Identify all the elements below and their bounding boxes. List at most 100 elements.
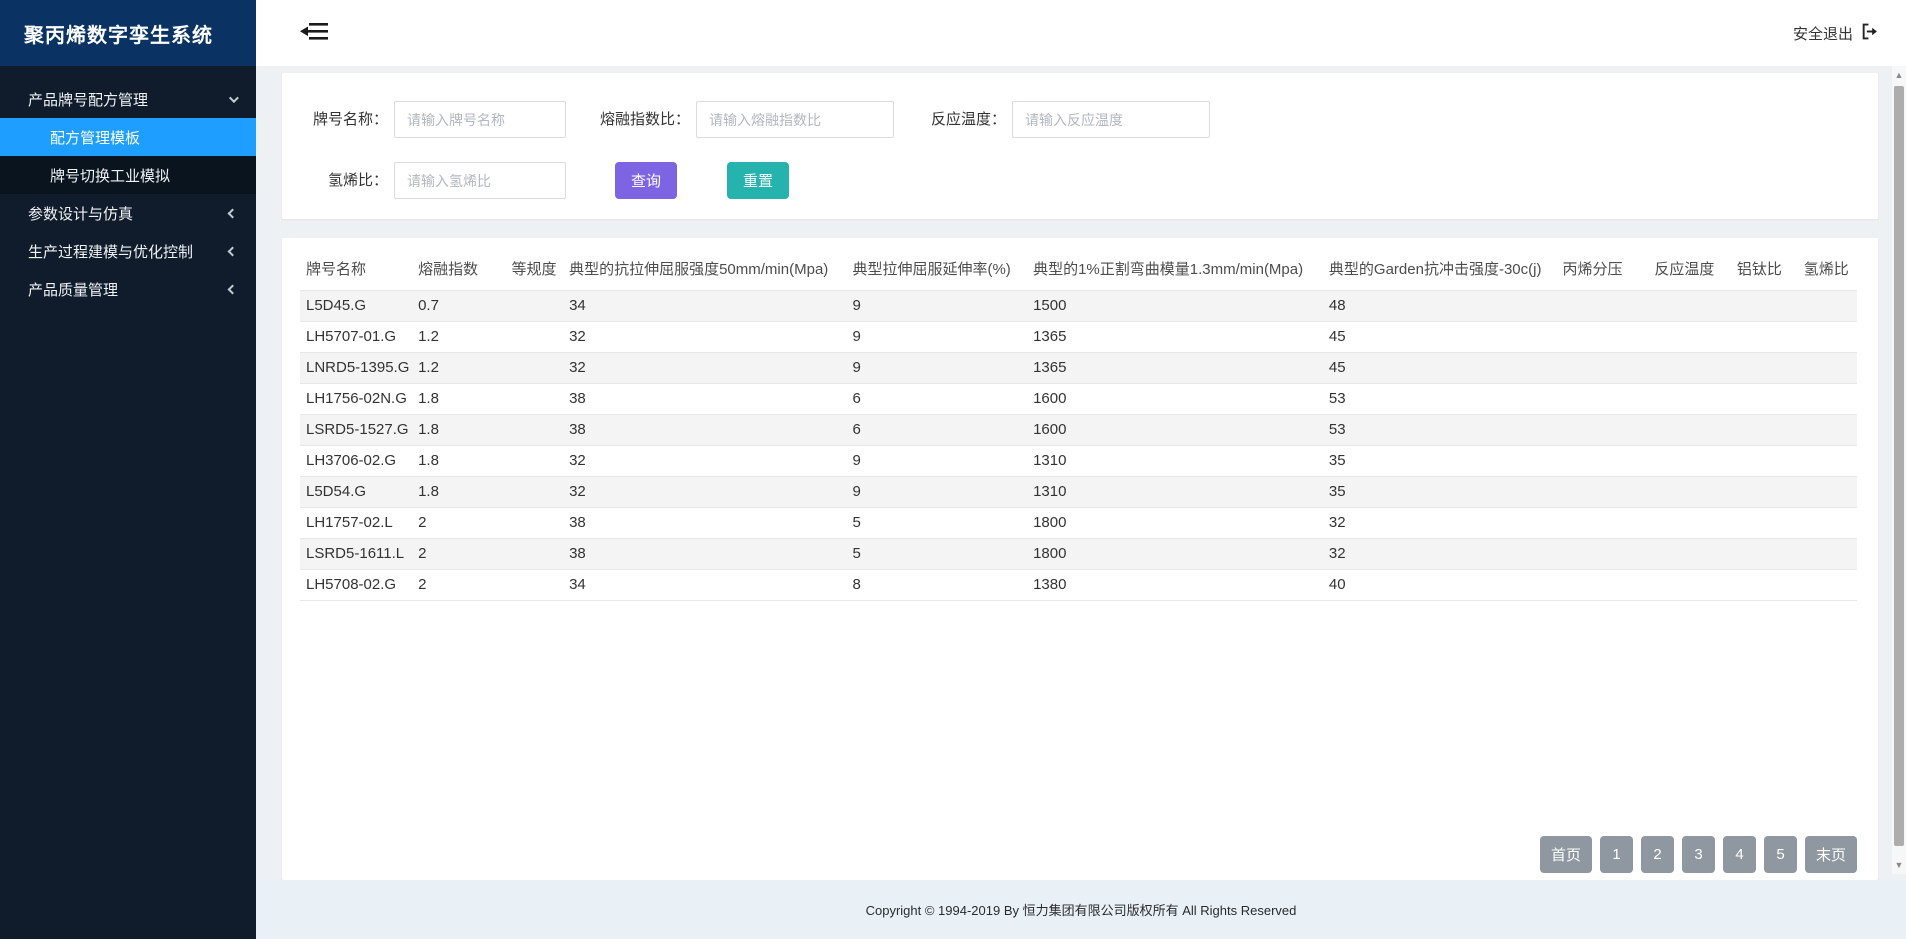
table-cell bbox=[1556, 352, 1648, 383]
table-cell: 9 bbox=[846, 445, 1027, 476]
table-cell: LSRD5-1611.L bbox=[300, 538, 412, 569]
table-cell: 1365 bbox=[1027, 321, 1323, 352]
table-cell bbox=[1648, 476, 1731, 507]
table-cell: 1380 bbox=[1027, 569, 1323, 600]
scrollbar-thumb[interactable] bbox=[1894, 86, 1904, 846]
page-button-末页[interactable]: 末页 bbox=[1805, 836, 1857, 873]
table-cell bbox=[506, 290, 564, 321]
table-cell bbox=[1731, 383, 1798, 414]
sidebar-item-0[interactable]: 产品牌号配方管理 bbox=[0, 80, 256, 118]
page-button-4[interactable]: 4 bbox=[1723, 836, 1756, 873]
chevron-left-icon bbox=[228, 208, 238, 218]
table-cell: 53 bbox=[1323, 383, 1557, 414]
table-cell bbox=[506, 445, 564, 476]
logout-button[interactable]: 安全退出 bbox=[1793, 0, 1878, 66]
table-cell bbox=[1731, 290, 1798, 321]
sidebar: 聚丙烯数字孪生系统 产品牌号配方管理配方管理模板牌号切换工业模拟参数设计与仿真生… bbox=[0, 0, 256, 939]
table-cell bbox=[1798, 321, 1857, 352]
reaction-temp-label: 反应温度： bbox=[898, 101, 1006, 138]
hydrogen-ratio-input[interactable] bbox=[394, 162, 566, 199]
table-cell bbox=[1731, 321, 1798, 352]
table-cell: 1.8 bbox=[412, 445, 505, 476]
scroll-up-icon[interactable]: ▲ bbox=[1892, 68, 1906, 82]
table-cell: 9 bbox=[846, 476, 1027, 507]
table-cell: 32 bbox=[1323, 538, 1557, 569]
data-table: 牌号名称熔融指数等规度典型的抗拉伸屈服强度50mm/min(Mpa)典型拉伸屈服… bbox=[300, 248, 1857, 601]
table-cell bbox=[506, 569, 564, 600]
table-cell bbox=[506, 352, 564, 383]
reset-button[interactable]: 重置 bbox=[727, 162, 789, 199]
table-cell: 40 bbox=[1323, 569, 1557, 600]
table-cell: 35 bbox=[1323, 476, 1557, 507]
table-cell bbox=[1731, 538, 1798, 569]
brand-name-input[interactable] bbox=[394, 101, 566, 138]
melt-index-ratio-input[interactable] bbox=[696, 101, 894, 138]
table-cell bbox=[1731, 445, 1798, 476]
pagination: 首页12345末页 bbox=[1540, 836, 1857, 873]
table-cell bbox=[1731, 476, 1798, 507]
page-button-2[interactable]: 2 bbox=[1641, 836, 1674, 873]
sidebar-item-3[interactable]: 参数设计与仿真 bbox=[0, 194, 256, 232]
sidebar-item-2[interactable]: 牌号切换工业模拟 bbox=[0, 156, 256, 194]
scroll-down-icon[interactable]: ▼ bbox=[1892, 858, 1906, 872]
table-cell: 1.8 bbox=[412, 476, 505, 507]
sidebar-collapse-icon[interactable] bbox=[298, 17, 332, 47]
table-cell: 38 bbox=[563, 507, 846, 538]
table-cell: LNRD5-1395.G bbox=[300, 352, 412, 383]
column-header-0: 牌号名称 bbox=[300, 248, 412, 290]
table-cell bbox=[1648, 445, 1731, 476]
column-header-1: 熔融指数 bbox=[412, 248, 505, 290]
reaction-temp-input[interactable] bbox=[1012, 101, 1210, 138]
table-cell bbox=[1556, 445, 1648, 476]
table-cell: 2 bbox=[412, 538, 505, 569]
table-cell bbox=[1556, 290, 1648, 321]
page-button-3[interactable]: 3 bbox=[1682, 836, 1715, 873]
table-cell: 1310 bbox=[1027, 476, 1323, 507]
column-header-5: 典型的1%正割弯曲模量1.3mm/min(Mpa) bbox=[1027, 248, 1323, 290]
app-title: 聚丙烯数字孪生系统 bbox=[0, 0, 256, 66]
footer: Copyright © 1994-2019 By 恒力集团有限公司版权所有 Al… bbox=[256, 880, 1906, 939]
table-cell: 53 bbox=[1323, 414, 1557, 445]
table-cell bbox=[1648, 414, 1731, 445]
vertical-scrollbar[interactable]: ▲ ▼ bbox=[1892, 66, 1906, 874]
sidebar-item-4[interactable]: 生产过程建模与优化控制 bbox=[0, 232, 256, 270]
table-cell: 34 bbox=[563, 569, 846, 600]
table-cell bbox=[1556, 569, 1648, 600]
chevron-down-icon bbox=[229, 93, 239, 103]
query-button[interactable]: 查询 bbox=[615, 162, 677, 199]
page-button-首页[interactable]: 首页 bbox=[1540, 836, 1592, 873]
table-cell bbox=[1798, 569, 1857, 600]
table-cell: 38 bbox=[563, 538, 846, 569]
table-cell: 38 bbox=[563, 383, 846, 414]
table-cell bbox=[1556, 414, 1648, 445]
page-button-1[interactable]: 1 bbox=[1600, 836, 1633, 873]
table-row: LH3706-02.G1.8329131035 bbox=[300, 445, 1857, 476]
table-cell bbox=[506, 414, 564, 445]
page-button-5[interactable]: 5 bbox=[1764, 836, 1797, 873]
table-cell: L5D54.G bbox=[300, 476, 412, 507]
sidebar-item-label: 产品质量管理 bbox=[28, 279, 118, 300]
table-cell bbox=[1648, 383, 1731, 414]
column-header-10: 氢烯比 bbox=[1798, 248, 1857, 290]
table-cell bbox=[1798, 383, 1857, 414]
table-cell: 2 bbox=[412, 507, 505, 538]
table-cell bbox=[1648, 538, 1731, 569]
table-cell bbox=[506, 383, 564, 414]
column-header-6: 典型的Garden抗冲击强度-30c(j) bbox=[1323, 248, 1557, 290]
sidebar-item-5[interactable]: 产品质量管理 bbox=[0, 270, 256, 308]
table-cell: 9 bbox=[846, 321, 1027, 352]
table-cell: 38 bbox=[563, 414, 846, 445]
table-cell: 5 bbox=[846, 507, 1027, 538]
sidebar-item-1[interactable]: 配方管理模板 bbox=[0, 118, 256, 156]
table-cell bbox=[1798, 507, 1857, 538]
table-cell bbox=[1798, 290, 1857, 321]
table-cell: LH3706-02.G bbox=[300, 445, 412, 476]
table-row: LSRD5-1527.G1.8386160053 bbox=[300, 414, 1857, 445]
main-content: 牌号名称： 熔融指数比： 反应温度： 氢烯比： 查询 重置 牌号名称熔融指数等规… bbox=[256, 66, 1906, 939]
table-cell bbox=[1648, 290, 1731, 321]
table-cell bbox=[1731, 414, 1798, 445]
table-cell bbox=[1731, 569, 1798, 600]
data-table-card: 牌号名称熔融指数等规度典型的抗拉伸屈服强度50mm/min(Mpa)典型拉伸屈服… bbox=[282, 238, 1878, 880]
brand-name-label: 牌号名称： bbox=[282, 101, 388, 138]
column-header-7: 丙烯分压 bbox=[1556, 248, 1648, 290]
